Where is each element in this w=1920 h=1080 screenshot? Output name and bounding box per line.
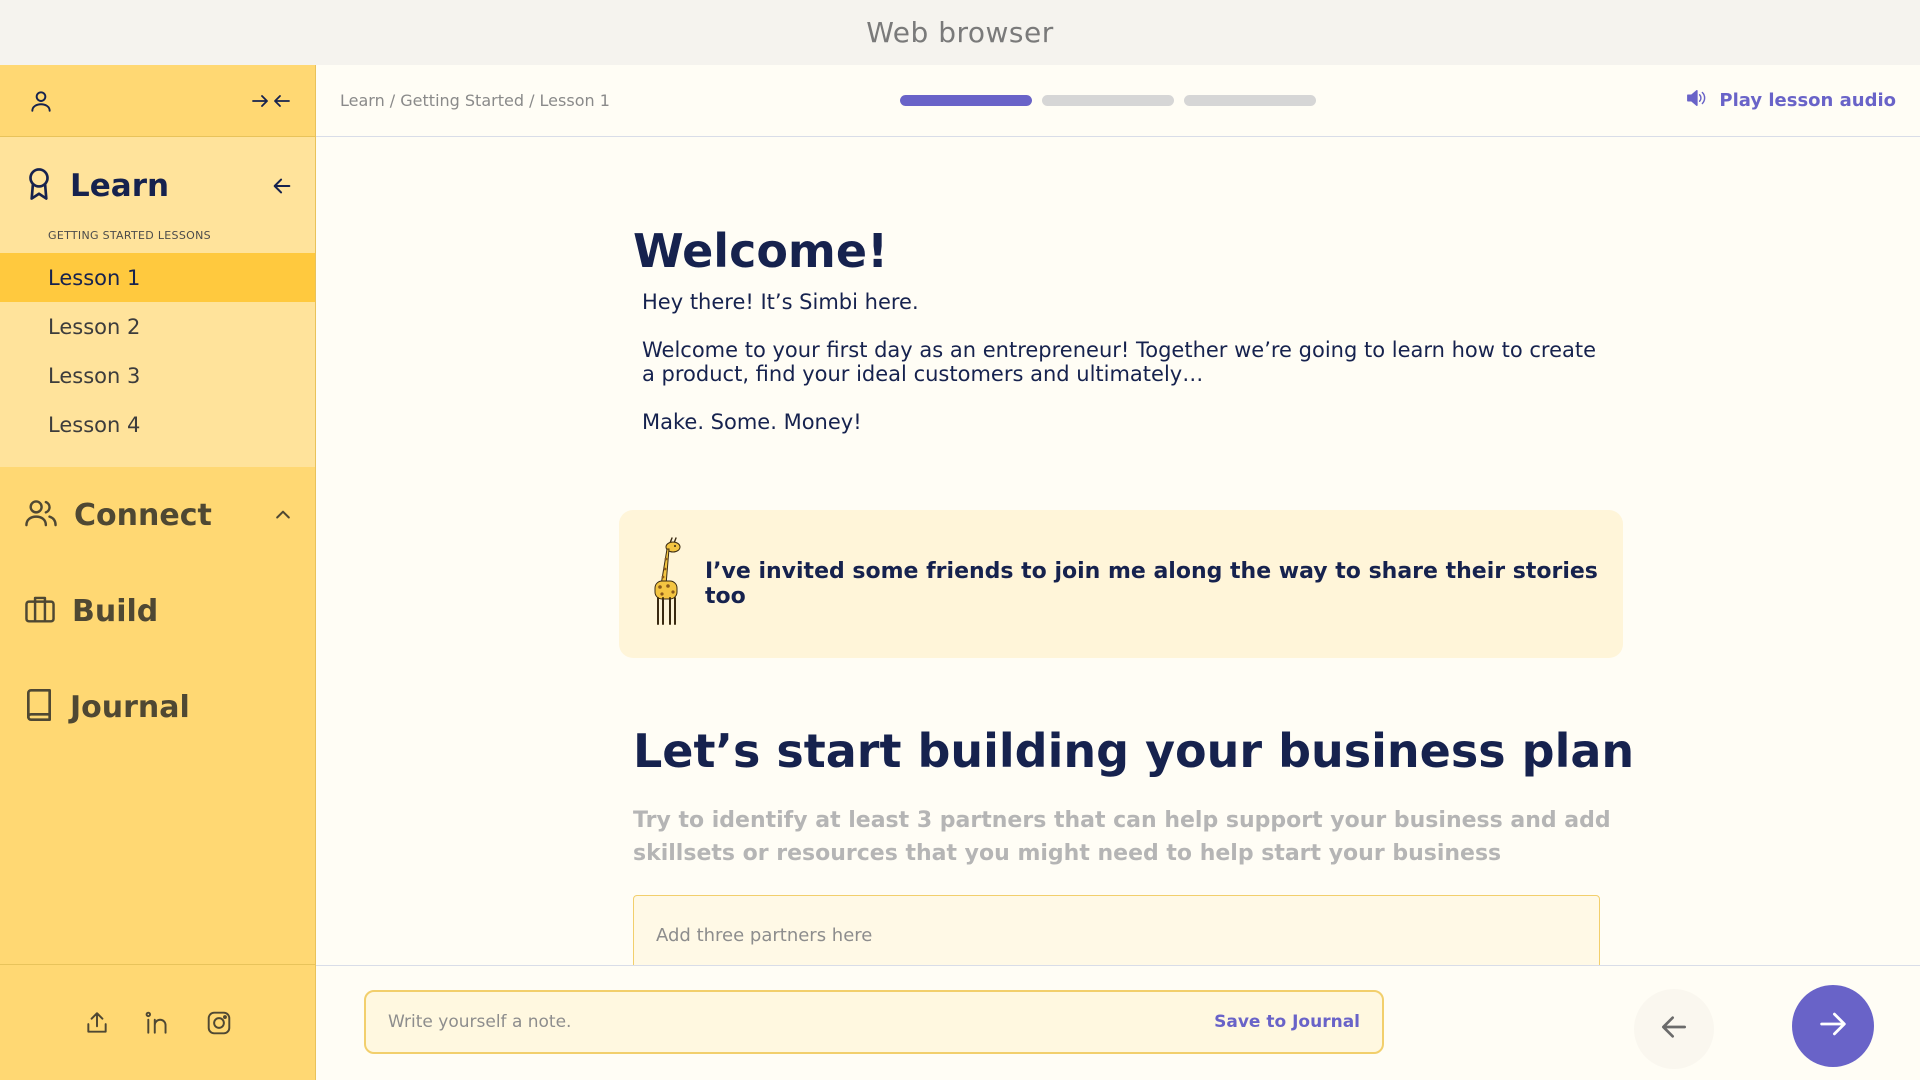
nav-item-build[interactable]: Build (0, 563, 315, 659)
sidebar-top (0, 65, 315, 137)
sidebar-item-lesson-4[interactable]: Lesson 4 (0, 400, 315, 449)
intro-text: Hey there! It’s Simbi here. Welcome to y… (642, 290, 1602, 458)
note-input[interactable] (388, 1012, 1215, 1032)
lesson-content: Welcome! Hey there! It’s Simbi here. Wel… (316, 138, 1920, 965)
business-plan-title: Let’s start building your business plan (633, 724, 1635, 778)
nav-item-journal[interactable]: Journal (0, 659, 315, 755)
next-button[interactable] (1792, 985, 1874, 1067)
breadcrumb: Learn / Getting Started / Lesson 1 (340, 91, 610, 110)
nav-item-connect[interactable]: Connect (0, 467, 315, 563)
partners-input[interactable] (633, 895, 1600, 965)
play-lesson-audio-button[interactable]: Play lesson audio (1685, 88, 1896, 113)
sidebar-item-lesson-2[interactable]: Lesson 2 (0, 302, 315, 351)
book-icon (24, 689, 54, 725)
sidebar: Learn GETTING STARTED LESSONS Lesson 1 L… (0, 65, 316, 1080)
sidebar-item-lesson-3[interactable]: Lesson 3 (0, 351, 315, 400)
chevron-up-icon[interactable] (273, 505, 293, 525)
previous-button[interactable] (1634, 989, 1714, 1069)
progress-segment-3 (1184, 95, 1316, 106)
save-to-journal-button[interactable]: Save to Journal (1214, 1012, 1360, 1032)
instagram-icon[interactable] (206, 1010, 232, 1036)
lessons-section-label: GETTING STARTED LESSONS (48, 229, 211, 242)
lesson-progress (900, 95, 1316, 106)
nav-item-journal-label: Journal (70, 689, 190, 725)
progress-segment-1 (900, 95, 1032, 106)
progress-segment-2 (1042, 95, 1174, 106)
award-ribbon-icon (24, 167, 54, 205)
welcome-title: Welcome! (633, 224, 889, 278)
arrow-right-icon (1816, 1007, 1850, 1045)
arrow-left-icon (1658, 1011, 1690, 1047)
speaker-icon (1685, 88, 1707, 113)
users-icon (24, 498, 58, 532)
play-lesson-audio-label: Play lesson audio (1719, 90, 1896, 111)
business-plan-instruction: Try to identify at least 3 partners that… (633, 808, 1611, 866)
social-links (0, 964, 315, 1080)
nav-item-learn-label: Learn (70, 168, 170, 204)
intro-paragraph-3: Make. Some. Money! (642, 410, 862, 434)
intro-paragraph-1: Hey there! It’s Simbi here. (642, 290, 919, 314)
giraffe-illustration (649, 537, 685, 631)
progress-fill-1 (900, 95, 1032, 106)
lesson-topbar: Learn / Getting Started / Lesson 1 Play … (316, 65, 1920, 137)
nav-item-connect-label: Connect (74, 497, 212, 533)
user-icon[interactable] (28, 88, 54, 114)
callout-text: I’ve invited some friends to join me alo… (705, 559, 1598, 609)
note-field: Save to Journal (364, 990, 1384, 1054)
nav-item-learn[interactable]: Learn (0, 137, 315, 235)
lesson-bottombar: Save to Journal (316, 965, 1920, 1080)
friends-callout: I’ve invited some friends to join me alo… (619, 510, 1623, 658)
browser-title: Web browser (866, 16, 1054, 49)
nav-item-build-label: Build (72, 593, 159, 629)
browser-title-bar: Web browser (0, 0, 1920, 65)
share-icon[interactable] (84, 1010, 110, 1036)
linkedin-icon[interactable] (144, 1010, 172, 1036)
learn-section: Learn GETTING STARTED LESSONS Lesson 1 L… (0, 137, 315, 467)
arrow-left-icon[interactable] (271, 175, 293, 197)
collapse-arrows-icon[interactable] (251, 90, 291, 112)
intro-paragraph-2: Welcome to your first day as an entrepre… (642, 338, 1597, 386)
sidebar-item-lesson-1[interactable]: Lesson 1 (0, 253, 315, 302)
briefcase-icon (24, 594, 56, 628)
